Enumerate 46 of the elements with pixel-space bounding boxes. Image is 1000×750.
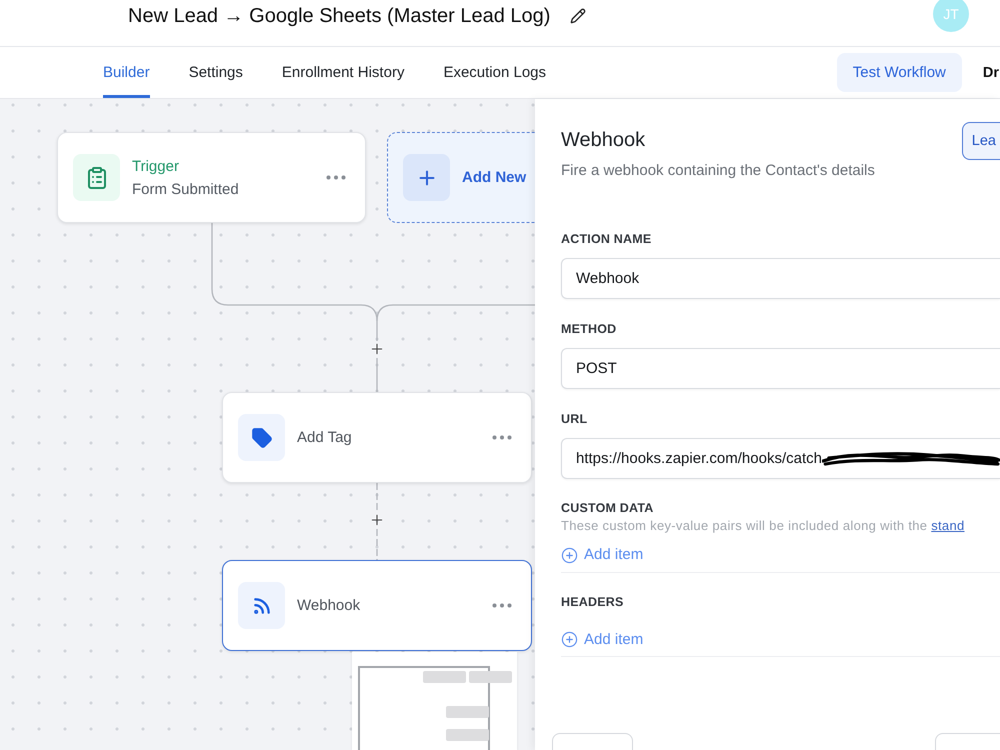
node-title: Webhook — [297, 596, 362, 615]
learn-button[interactable]: Lea — [962, 122, 1000, 160]
input-field[interactable]: https://hooks.zapier.com/hooks/catch — [561, 438, 1000, 479]
tag-icon — [250, 426, 272, 448]
section-label: CUSTOM DATA — [561, 500, 654, 516]
test-workflow-button[interactable]: Test Workflow — [836, 53, 962, 92]
workflow-node[interactable]: Trigger Form Submitted — [57, 132, 366, 223]
pencil-icon[interactable] — [570, 8, 586, 24]
connector-line — [376, 358, 378, 392]
more-icon[interactable] — [492, 603, 512, 608]
text-link[interactable]: stand — [931, 518, 965, 533]
input-field[interactable]: Webhook — [561, 258, 1000, 299]
plus-circle-icon — [561, 546, 578, 564]
field-label: METHOD — [561, 321, 618, 337]
workflow-node[interactable]: Webhook — [222, 560, 532, 651]
rss-icon — [252, 596, 272, 616]
node-subtitle: Form Submitted — [132, 180, 240, 198]
minimap-node — [446, 729, 489, 741]
field-label: ACTION NAME — [561, 231, 652, 247]
minimap-node — [446, 706, 489, 718]
plus-icon[interactable] — [369, 512, 385, 528]
more-icon[interactable] — [326, 175, 346, 180]
tab[interactable]: Enrollment History — [282, 47, 404, 98]
minimap-node — [423, 671, 466, 683]
plus-icon[interactable] — [369, 341, 385, 357]
more-icon[interactable] — [492, 435, 512, 440]
toolbar-button[interactable]: Dr — [982, 64, 999, 80]
workflow-title: New Lead → Google Sheets (Master Lead Log) — [128, 4, 550, 28]
add-new-card[interactable]: Add New — [387, 132, 535, 223]
minimap[interactable] — [352, 652, 517, 750]
section-description: These custom key-value pairs will be included along with the stand — [561, 518, 966, 534]
node-title: Add New — [462, 168, 528, 187]
tab[interactable]: Execution Logs — [443, 47, 546, 98]
node-title: Add Tag — [297, 428, 353, 447]
section-label: HEADERS — [561, 594, 625, 610]
workflow-node[interactable]: Add Tag — [222, 392, 532, 483]
connector-line — [376, 529, 378, 560]
panel-title: Webhook — [561, 128, 646, 153]
connector-line — [376, 483, 378, 512]
minimap-node — [469, 671, 512, 683]
field-label: URL — [561, 411, 588, 427]
panel-subtitle: Fire a webhook containing the Contact's details — [561, 162, 875, 180]
input-field[interactable]: POST — [561, 348, 1000, 389]
plus-circle-icon — [561, 631, 578, 648]
tab[interactable]: Settings — [188, 47, 243, 98]
node-title: Trigger — [132, 156, 180, 176]
